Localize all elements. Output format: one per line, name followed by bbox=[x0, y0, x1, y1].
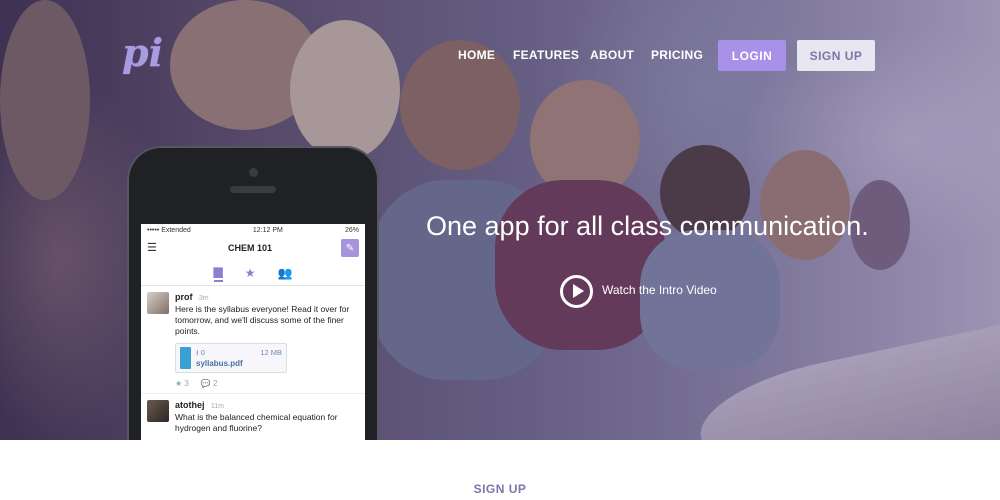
star-count[interactable]: ★ 3 bbox=[175, 378, 189, 389]
post-item[interactable]: atothej 11m What is the balanced chemica… bbox=[141, 393, 365, 438]
signup-section-heading: SIGN UP bbox=[473, 482, 527, 496]
app-tabs: ▆ ★ 👥 bbox=[141, 260, 365, 286]
course-title: CHEM 101 bbox=[227, 243, 272, 253]
nav-about[interactable]: ABOUT bbox=[590, 48, 634, 68]
star-icon[interactable]: ★ bbox=[245, 266, 256, 280]
camera-icon bbox=[249, 168, 258, 177]
speaker-grille bbox=[230, 186, 276, 193]
play-icon[interactable] bbox=[560, 275, 593, 308]
sign-up-button[interactable]: SIGN UP bbox=[797, 40, 875, 71]
file-attachment[interactable]: ⭳ 0 12 MB syllabus.pdf bbox=[175, 343, 287, 373]
avatar bbox=[147, 292, 169, 314]
post-item[interactable]: prof 3m Here is the syllabus everyone! R… bbox=[141, 286, 365, 393]
file-icon bbox=[180, 347, 191, 369]
post-time: 11m bbox=[210, 403, 224, 410]
nav-home[interactable]: HOME bbox=[458, 48, 495, 68]
post-text: What is the balanced chemical equation f… bbox=[175, 412, 338, 433]
post-stats: ★ 3 💬 2 bbox=[175, 378, 359, 389]
hero-headline: One app for all class communication. bbox=[426, 211, 869, 241]
nav-pricing[interactable]: PRICING bbox=[651, 48, 703, 68]
app-bar: ☰ CHEM 101 ✎ bbox=[141, 236, 365, 260]
phone-screen: ••••• Extended 12:12 PM 26% ☰ CHEM 101 ✎… bbox=[141, 224, 365, 440]
battery-label: 26% bbox=[344, 226, 359, 234]
carrier-label: ••••• Extended bbox=[147, 226, 191, 234]
file-name: syllabus.pdf bbox=[196, 359, 243, 368]
logo[interactable]: pi bbox=[122, 33, 168, 77]
status-bar: ••••• Extended 12:12 PM 26% bbox=[141, 224, 365, 236]
people-icon[interactable]: 👥 bbox=[278, 266, 293, 280]
clock-label: 12:12 PM bbox=[252, 226, 283, 234]
post-author: prof bbox=[175, 292, 193, 302]
nav-features[interactable]: FEATURES bbox=[513, 48, 579, 68]
post-time: 3m bbox=[198, 295, 209, 302]
chat-icon[interactable]: ▆ bbox=[213, 264, 223, 282]
menu-icon[interactable]: ☰ bbox=[147, 243, 159, 254]
download-count: ⭳ 0 bbox=[196, 348, 205, 357]
compose-icon[interactable]: ✎ bbox=[340, 239, 359, 257]
avatar bbox=[147, 400, 169, 422]
comment-count[interactable]: 💬 2 bbox=[201, 378, 218, 389]
file-size: 12 MB bbox=[260, 348, 282, 357]
post-author: atothej bbox=[175, 400, 205, 410]
phone-mockup: ••••• Extended 12:12 PM 26% ☰ CHEM 101 ✎… bbox=[127, 146, 379, 440]
post-text: Here is the syllabus everyone! Read it o… bbox=[175, 304, 350, 336]
login-button[interactable]: LOGIN bbox=[718, 40, 786, 71]
hero-section: pi HOME FEATURES ABOUT PRICING LOGIN SIG… bbox=[0, 0, 1000, 440]
watch-video-link[interactable]: Watch the Intro Video bbox=[602, 283, 717, 297]
